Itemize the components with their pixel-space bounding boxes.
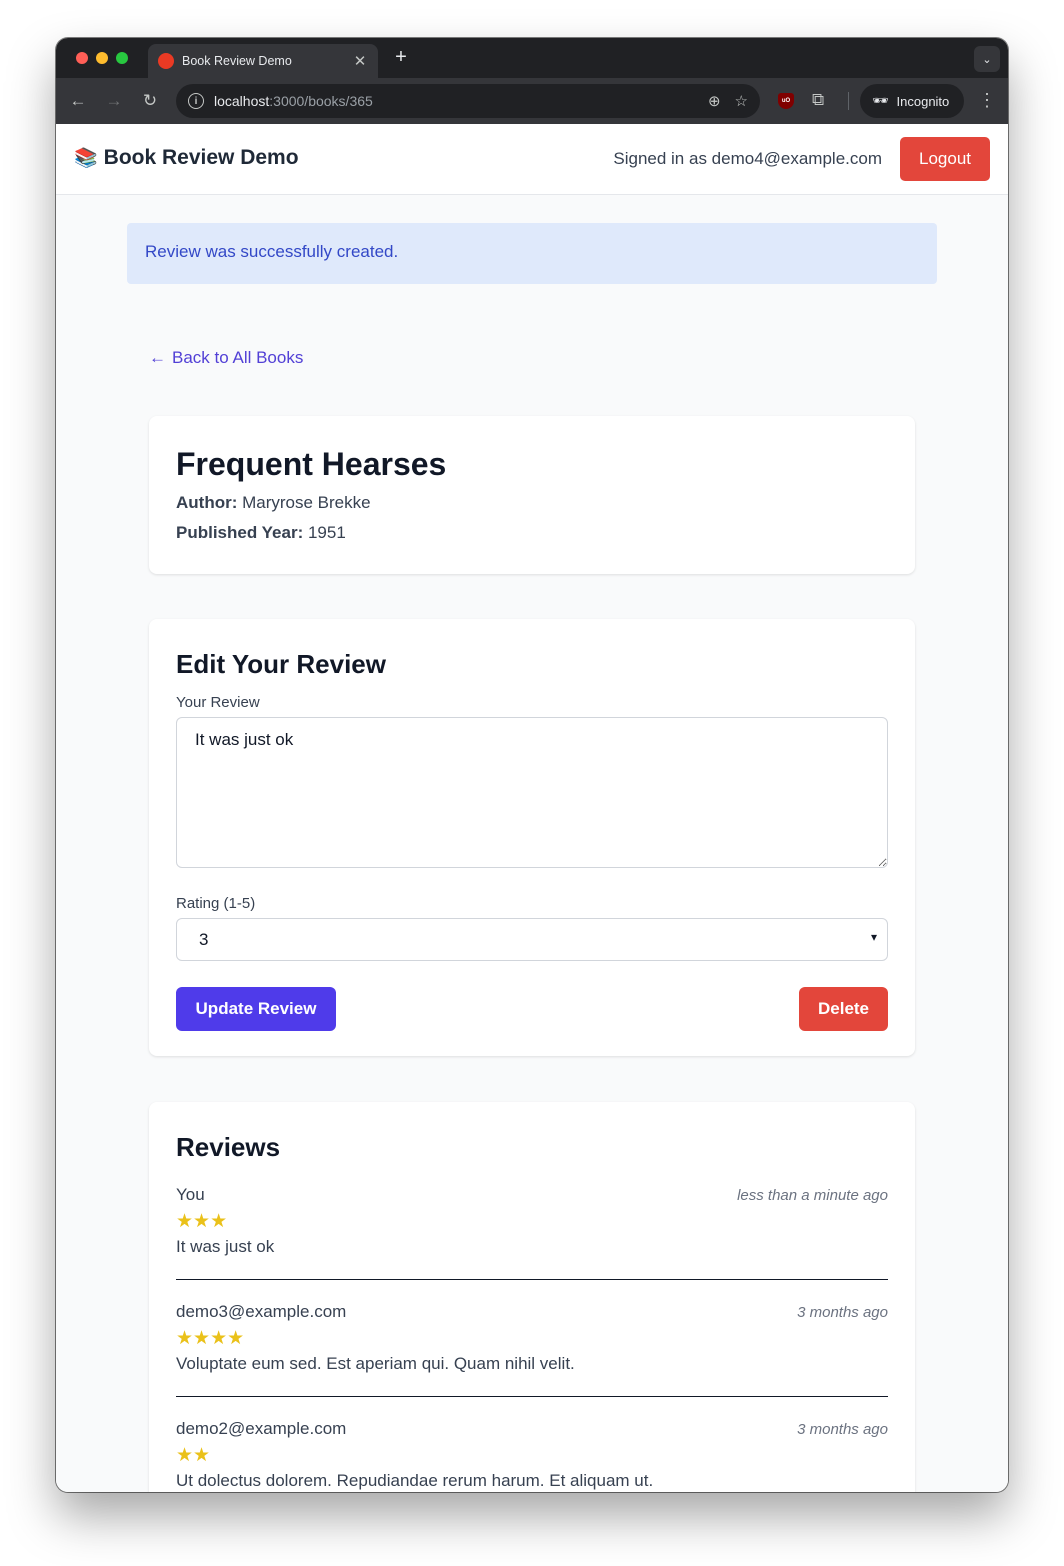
maximize-window-button[interactable]: [116, 52, 128, 64]
star-rating-icon: ★★: [176, 1445, 211, 1466]
review-timestamp: less than a minute ago: [737, 1187, 888, 1204]
browser-toolbar: ← → ↻ i localhost:3000/books/365 ⊕ ☆ uO …: [56, 78, 1008, 124]
site-navbar: 📚 Book Review Demo Signed in as demo4@ex…: [56, 124, 1008, 195]
left-arrow-icon: ←: [149, 348, 166, 367]
book-author: Author: Maryrose Brekke: [176, 493, 888, 513]
logout-button[interactable]: Logout: [900, 137, 990, 181]
year-value: 1951: [307, 523, 346, 542]
brand-name: Book Review Demo: [103, 146, 299, 169]
author-label: Author:: [176, 493, 238, 512]
year-label: Published Year:: [176, 523, 304, 542]
update-review-button[interactable]: Update Review: [176, 987, 336, 1031]
incognito-label: Incognito: [896, 93, 950, 109]
incognito-icon: 🕶: [872, 93, 889, 108]
review-item: You less than a minute ago ★★★ It was ju…: [176, 1185, 888, 1280]
url-text[interactable]: localhost:3000/books/365: [214, 93, 694, 109]
reviews-heading: Reviews: [176, 1132, 281, 1162]
edit-review-heading: Edit Your Review: [176, 649, 386, 679]
brand-link[interactable]: 📚 Book Review Demo: [74, 146, 299, 170]
rating-selected-value: 3: [199, 929, 209, 949]
rating-field-label: Rating (1-5): [176, 895, 256, 912]
chevron-down-icon: ▾: [870, 930, 877, 944]
forward-arrow-icon[interactable]: →: [104, 90, 124, 112]
close-tab-icon[interactable]: ✕: [352, 52, 368, 70]
delete-review-button[interactable]: Delete: [799, 987, 888, 1031]
review-timestamp: 3 months ago: [797, 1421, 888, 1438]
book-title: Frequent Hearses: [176, 446, 447, 482]
ublock-extension-icon[interactable]: uO: [778, 93, 794, 109]
review-author: demo2@example.com: [176, 1419, 347, 1438]
tab-search-chevron-icon[interactable]: ⌄: [974, 46, 1000, 72]
incognito-badge[interactable]: 🕶 Incognito: [860, 84, 964, 118]
page-content: 📚 Book Review Demo Signed in as demo4@ex…: [56, 124, 1008, 1492]
browser-window: Book Review Demo ✕ + ⌄ ← → ↻ i localhost…: [56, 38, 1008, 1492]
tab-title: Book Review Demo: [182, 54, 292, 68]
star-rating-icon: ★★★: [176, 1211, 228, 1232]
address-bar[interactable]: i localhost:3000/books/365 ⊕ ☆: [176, 84, 760, 118]
zoom-icon[interactable]: ⊕: [708, 92, 721, 110]
close-window-button[interactable]: [76, 52, 88, 64]
extensions-puzzle-icon[interactable]: ⧉: [812, 90, 824, 110]
tab-strip: Book Review Demo ✕ + ⌄: [56, 38, 1008, 78]
reload-icon[interactable]: ↻: [140, 90, 160, 112]
site-info-icon[interactable]: i: [188, 93, 204, 109]
bookmark-star-icon[interactable]: ☆: [735, 92, 748, 110]
back-to-books-link[interactable]: ← Back to All Books: [149, 348, 303, 368]
minimize-window-button[interactable]: [96, 52, 108, 64]
books-icon: 📚: [74, 148, 98, 169]
url-host: localhost: [214, 93, 270, 109]
review-item: demo2@example.com 3 months ago ★★ Ut dol…: [176, 1419, 888, 1492]
review-body: Ut dolectus dolorem. Repudiandae rerum h…: [176, 1471, 654, 1490]
review-timestamp: 3 months ago: [797, 1304, 888, 1321]
rating-select[interactable]: 3 ▾: [176, 918, 888, 961]
new-tab-icon[interactable]: +: [390, 46, 412, 69]
star-rating-icon: ★★★★: [176, 1328, 245, 1349]
back-arrow-icon[interactable]: ←: [68, 90, 88, 112]
review-body: It was just ok: [176, 1237, 275, 1256]
review-item: demo3@example.com 3 months ago ★★★★ Volu…: [176, 1302, 888, 1397]
book-details-card: Frequent Hearses Author: Maryrose Brekke…: [149, 416, 915, 574]
browser-menu-icon[interactable]: ⋮: [978, 90, 996, 110]
edit-review-card: Edit Your Review Your Review It was just…: [149, 619, 915, 1056]
reviews-card: Reviews You less than a minute ago ★★★ I…: [149, 1102, 915, 1492]
back-link-label: Back to All Books: [172, 348, 304, 367]
review-author: demo3@example.com: [176, 1302, 347, 1321]
review-field-label: Your Review: [176, 694, 260, 711]
signed-in-text: Signed in as demo4@example.com: [613, 149, 882, 168]
flash-notice: Review was successfully created.: [127, 223, 937, 284]
review-author: You: [176, 1185, 205, 1204]
browser-tab[interactable]: Book Review Demo ✕: [148, 44, 378, 78]
toolbar-divider: [848, 92, 849, 110]
favicon-icon: [158, 53, 174, 69]
author-value: Maryrose Brekke: [242, 493, 371, 512]
url-path: :3000/books/365: [269, 93, 373, 109]
review-textarea[interactable]: It was just ok: [176, 717, 888, 868]
book-year: Published Year: 1951: [176, 523, 888, 543]
review-body: Voluptate eum sed. Est aperiam qui. Quam…: [176, 1354, 575, 1373]
